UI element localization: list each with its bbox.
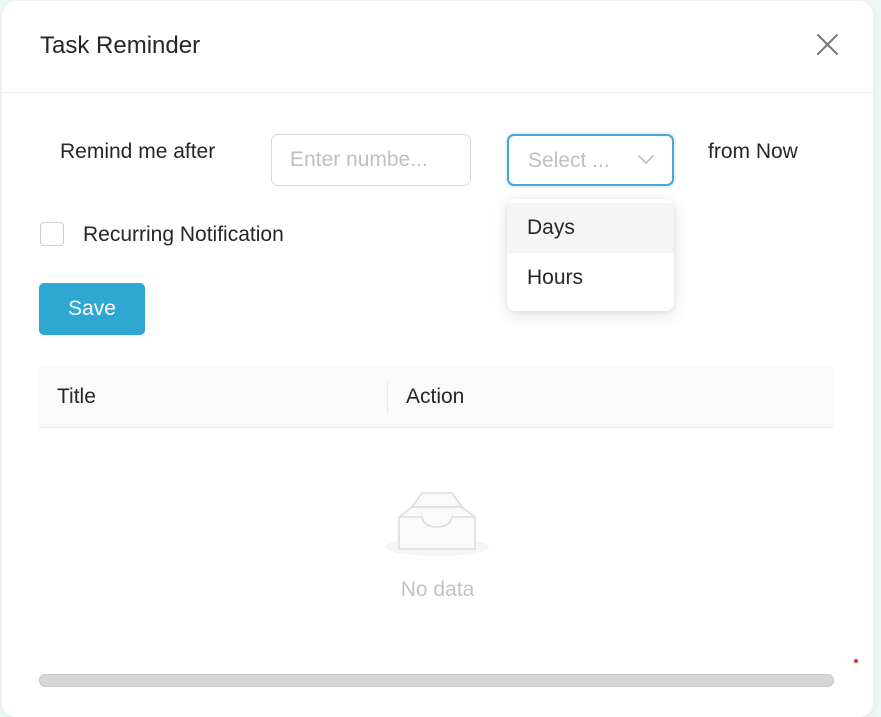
recurring-label[interactable]: Recurring Notification (83, 223, 284, 247)
empty-inbox-icon (382, 489, 492, 564)
modal-header: Task Reminder (2, 1, 873, 93)
unit-select-placeholder: Select ... (528, 149, 610, 172)
remind-label: Remind me after (60, 140, 216, 163)
save-button[interactable]: Save (39, 283, 145, 335)
modal-title: Task Reminder (40, 32, 201, 59)
column-header-title: Title (57, 385, 96, 408)
column-header-action: Action (406, 385, 465, 408)
close-icon (817, 34, 838, 55)
from-now-label: from Now (708, 140, 798, 163)
horizontal-scrollbar[interactable] (39, 674, 834, 687)
chevron-down-icon (638, 155, 654, 164)
column-divider (387, 381, 388, 413)
recurring-checkbox[interactable] (40, 222, 64, 246)
empty-text: No data (400, 578, 475, 601)
dropdown-option-days[interactable]: Days (507, 203, 674, 253)
dropdown-option-hours[interactable]: Hours (507, 253, 674, 303)
number-input[interactable] (271, 134, 471, 186)
task-reminder-modal: Task Reminder Remind me after Select ...… (2, 1, 873, 717)
table-header: Title Action (39, 367, 834, 428)
close-button[interactable] (812, 30, 842, 60)
red-dot-marker (854, 659, 858, 663)
unit-select[interactable]: Select ... (507, 134, 674, 186)
unit-dropdown-menu: Days Hours (507, 199, 674, 311)
